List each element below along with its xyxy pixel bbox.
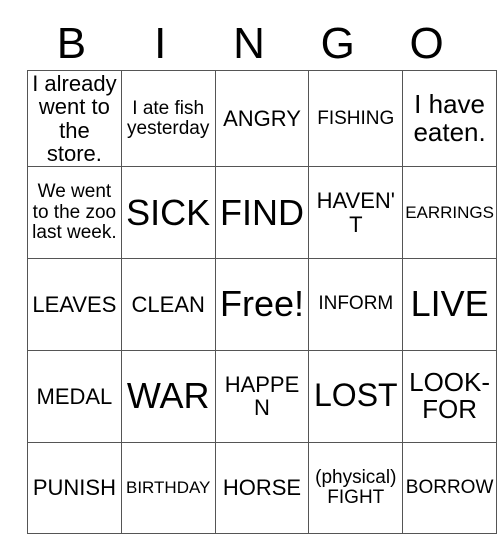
bingo-header-letter-g: G [320,19,355,68]
bingo-header-letter-o: O [409,19,444,68]
bingo-cell-label: I have eaten. [413,89,486,147]
bingo-cell-b5[interactable]: PUNISH [27,441,122,535]
bingo-row: PUNISH BIRTHDAY HORSE (physical) FIGHT B… [27,441,497,535]
bingo-free-space-label: Free! [219,283,304,325]
bingo-cell-g1[interactable]: FISHING [308,69,404,168]
bingo-cell-o3[interactable]: LIVE [402,258,497,351]
bingo-cell-label: PUNISH [32,475,116,501]
bingo-cell-free-space[interactable]: Free! [214,258,310,351]
bingo-cell-label: BIRTHDAY [126,478,211,498]
bingo-cell-label: LIVE [410,283,489,325]
bingo-grid: I already went to the store. I ate fish … [27,69,497,535]
bingo-cell-n4[interactable]: HAPPEN [214,349,310,443]
bingo-cell-g2[interactable]: HAVEN'T [308,166,404,260]
bingo-cell-label: SICK [126,191,211,233]
bingo-cell-label: CLEAN [131,291,205,317]
bingo-row: I already went to the store. I ate fish … [27,69,497,168]
bingo-cell-o5[interactable]: BORROW [402,441,497,535]
bingo-cell-label: INFORM [318,293,394,315]
bingo-row: MEDAL WAR HAPPEN LOST LOOK-FOR [27,349,497,443]
bingo-card: B I N G O I already went to the store. I… [0,0,500,544]
bingo-cell-label: BORROW [405,476,494,498]
bingo-cell-label: WAR [126,375,210,417]
bingo-cell-b4[interactable]: MEDAL [27,349,122,443]
bingo-cell-label: ANGRY [223,105,301,131]
bingo-cell-label: I already went to the store. [32,71,117,166]
bingo-cell-label: MEDAL [36,383,113,409]
bingo-cell-i5[interactable]: BIRTHDAY [120,441,216,535]
bingo-cell-o1[interactable]: I have eaten. [402,69,497,168]
bingo-row: LEAVES CLEAN Free! INFORM LIVE [27,258,497,351]
bingo-cell-g5[interactable]: (physical) FIGHT [308,441,404,535]
bingo-cell-label: We went to the zoo last week. [32,181,117,243]
bingo-row: We went to the zoo last week. SICK FIND … [27,166,497,260]
bingo-cell-label: HAPPEN [224,371,300,421]
bingo-cell-label: HAVEN'T [316,188,395,237]
bingo-cell-label: (physical) FIGHT [315,466,397,509]
bingo-cell-label: LOOK-FOR [409,366,491,425]
bingo-header-row: B I N G O [27,18,471,70]
bingo-cell-i4[interactable]: WAR [120,349,216,443]
bingo-cell-o2[interactable]: EARRINGS [402,166,497,260]
bingo-cell-label: LOST [314,377,398,414]
bingo-cell-label: FISHING [317,107,395,129]
bingo-cell-n1[interactable]: ANGRY [214,69,310,168]
bingo-cell-label: LEAVES [32,291,117,317]
bingo-cell-label: HORSE [222,475,302,501]
bingo-cell-i3[interactable]: CLEAN [120,258,216,351]
bingo-cell-b1[interactable]: I already went to the store. [27,69,122,168]
bingo-cell-n5[interactable]: HORSE [214,441,310,535]
bingo-header-letter-n: N [233,19,265,68]
bingo-cell-b3[interactable]: LEAVES [27,258,122,351]
bingo-cell-b2[interactable]: We went to the zoo last week. [27,166,122,260]
bingo-cell-n2[interactable]: FIND [214,166,310,260]
bingo-cell-o4[interactable]: LOOK-FOR [402,349,497,443]
bingo-header-letter-b: B [56,19,87,68]
bingo-cell-label: FIND [219,191,304,233]
bingo-cell-g3[interactable]: INFORM [308,258,404,351]
bingo-cell-label: EARRINGS [405,202,494,222]
bingo-header-letter-i: I [154,19,167,68]
bingo-cell-g4[interactable]: LOST [308,349,404,443]
bingo-cell-i1[interactable]: I ate fish yesterday [120,69,216,168]
bingo-cell-label: I ate fish yesterday [127,97,210,139]
bingo-cell-i2[interactable]: SICK [120,166,216,260]
